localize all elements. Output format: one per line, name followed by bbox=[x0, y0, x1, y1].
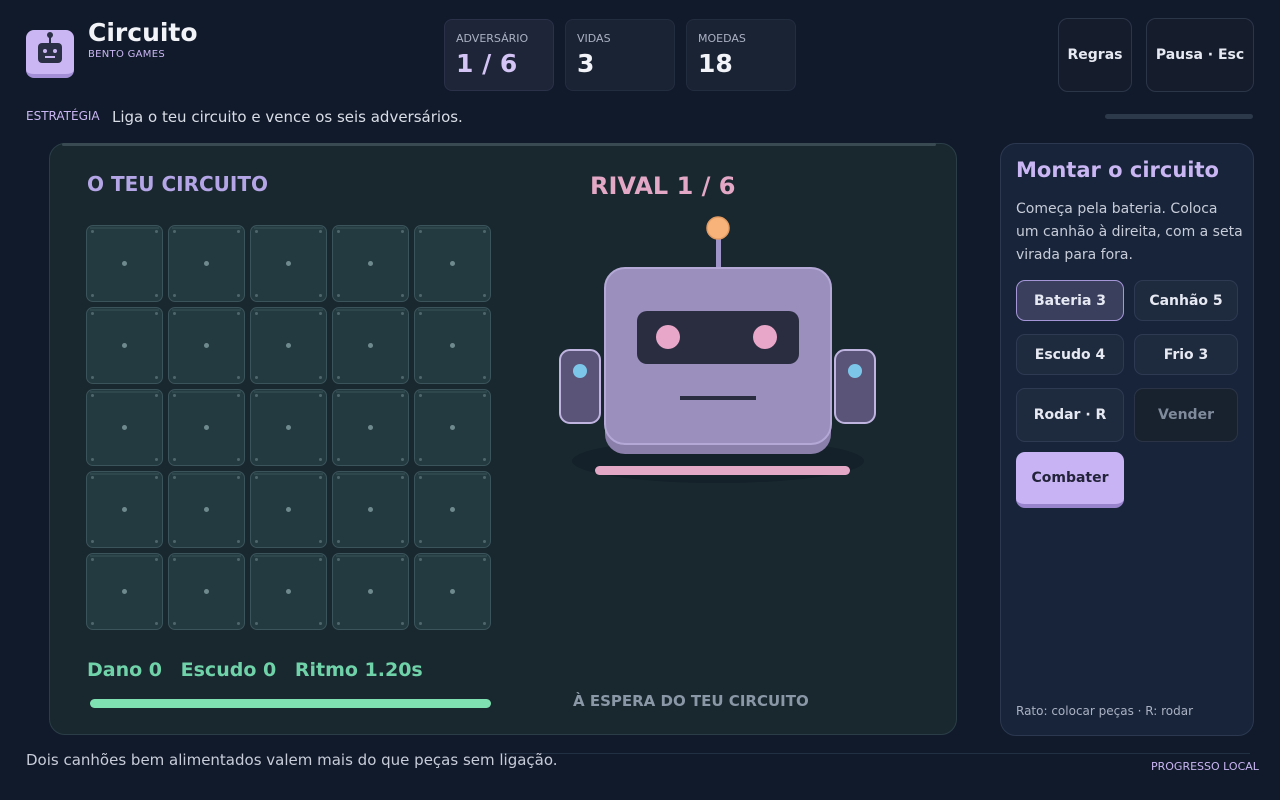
grid-cell[interactable] bbox=[86, 553, 163, 630]
grid-cell[interactable] bbox=[332, 225, 409, 302]
grid-cell[interactable] bbox=[86, 471, 163, 548]
grid-cell[interactable] bbox=[414, 471, 491, 548]
grid-cell[interactable] bbox=[250, 307, 327, 384]
stat-label: MOEDAS bbox=[698, 32, 746, 45]
header-progress-bar bbox=[1105, 114, 1253, 119]
rival-left-arm bbox=[559, 349, 601, 424]
build-panel: Montar o circuito Começa pela bateria. C… bbox=[1000, 143, 1254, 736]
app-title: Circuito bbox=[88, 18, 198, 47]
grid-cell[interactable] bbox=[86, 307, 163, 384]
stat-label: ADVERSÁRIO bbox=[456, 32, 529, 45]
grid-cell[interactable] bbox=[250, 225, 327, 302]
damage-stat: Dano 0 bbox=[87, 659, 163, 681]
antenna-light bbox=[706, 216, 730, 240]
grid-cell[interactable] bbox=[168, 389, 245, 466]
rules-button[interactable]: Regras bbox=[1058, 18, 1132, 92]
grid-cell[interactable] bbox=[168, 471, 245, 548]
grid-cell[interactable] bbox=[332, 553, 409, 630]
local-progress-label: PROGRESSO LOCAL bbox=[1151, 760, 1259, 773]
controls-hint: Rato: colocar peças · R: rodar bbox=[1016, 704, 1194, 718]
rival-title: RIVAL 1 / 6 bbox=[590, 172, 736, 200]
grid-cell[interactable] bbox=[414, 307, 491, 384]
grid-cell[interactable] bbox=[86, 389, 163, 466]
sell-button[interactable]: Vender bbox=[1134, 388, 1238, 442]
grid-cell[interactable] bbox=[168, 307, 245, 384]
waiting-status: À ESPERA DO TEU CIRCUITO bbox=[573, 692, 809, 710]
panel-description: Começa pela bateria. Coloca um canhão à … bbox=[1016, 201, 1243, 263]
stat-lives: VIDAS 3 bbox=[565, 19, 675, 91]
stat-coins: MOEDAS 18 bbox=[686, 19, 796, 91]
stat-value: 18 bbox=[698, 49, 733, 78]
grid-cell[interactable] bbox=[250, 471, 327, 548]
footer-divider bbox=[500, 753, 1250, 754]
rival-eye bbox=[656, 325, 680, 349]
grid-cell[interactable] bbox=[332, 471, 409, 548]
grid-cell[interactable] bbox=[332, 307, 409, 384]
grid-cell[interactable] bbox=[168, 225, 245, 302]
grid-cell[interactable] bbox=[414, 225, 491, 302]
battery-button[interactable]: Bateria 3 bbox=[1016, 280, 1124, 321]
cannon-button[interactable]: Canhão 5 bbox=[1134, 280, 1238, 321]
cold-button[interactable]: Frio 3 bbox=[1134, 334, 1238, 375]
fight-button[interactable]: Combater bbox=[1016, 452, 1124, 508]
grid-cell[interactable] bbox=[332, 389, 409, 466]
rival-right-arm bbox=[834, 349, 876, 424]
rhythm-stat: Ritmo 1.20s bbox=[294, 659, 423, 681]
rival-eye bbox=[753, 325, 777, 349]
rival-robot bbox=[559, 216, 876, 483]
grid-cell[interactable] bbox=[250, 389, 327, 466]
grid-cell[interactable] bbox=[250, 553, 327, 630]
arena: O TEU CIRCUITO Dano 0 Escudo 0 Ritmo 1.2… bbox=[49, 143, 957, 735]
shield-button[interactable]: Escudo 4 bbox=[1016, 334, 1124, 375]
grid-cell[interactable] bbox=[414, 553, 491, 630]
health-bar bbox=[90, 699, 491, 708]
rotate-button[interactable]: Rodar · R bbox=[1016, 388, 1124, 442]
my-circuit-title: O TEU CIRCUITO bbox=[87, 172, 268, 196]
stat-adversary: ADVERSÁRIO 1 / 6 bbox=[444, 19, 554, 91]
grid-cell[interactable] bbox=[86, 225, 163, 302]
app-subtitle: BENTO GAMES bbox=[88, 49, 166, 60]
stat-value: 1 / 6 bbox=[456, 49, 518, 78]
strategy-text: Liga o teu circuito e vence os seis adve… bbox=[112, 108, 463, 126]
circuit-grid bbox=[86, 225, 493, 632]
panel-title: Montar o circuito bbox=[1016, 158, 1219, 182]
shield-stat: Escudo 0 bbox=[180, 659, 277, 681]
circuit-stats: Dano 0 Escudo 0 Ritmo 1.20s bbox=[87, 659, 435, 681]
pause-button[interactable]: Pausa · Esc bbox=[1146, 18, 1254, 92]
grid-cell[interactable] bbox=[414, 389, 491, 466]
grid-cell[interactable] bbox=[168, 553, 245, 630]
footer-tip: Dois canhões bem alimentados valem mais … bbox=[26, 751, 558, 769]
rival-health-bar bbox=[595, 466, 850, 475]
strategy-label: ESTRATÉGIA bbox=[26, 109, 100, 123]
robot-logo-icon bbox=[26, 30, 74, 78]
stat-value: 3 bbox=[577, 49, 595, 78]
stat-label: VIDAS bbox=[577, 32, 611, 45]
rival-mouth bbox=[680, 396, 756, 400]
